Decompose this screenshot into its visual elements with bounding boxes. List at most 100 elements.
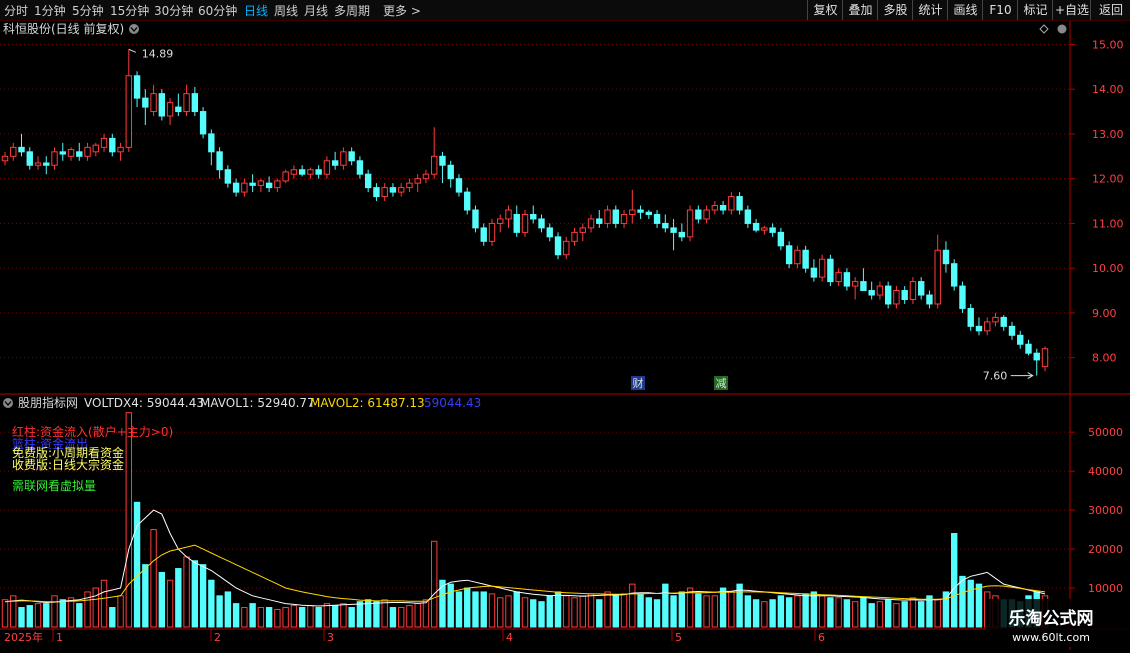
volume-bar-110[interactable] (909, 597, 917, 628)
candle-body-92[interactable] (761, 227, 768, 231)
volume-bar-91[interactable] (752, 599, 760, 628)
volume-bar-77[interactable] (637, 593, 644, 628)
volume-bar-111[interactable] (917, 601, 925, 628)
period-tab-7[interactable]: 周线 (274, 2, 298, 19)
panel-menu-icon[interactable] (1057, 24, 1067, 34)
candle-body-14[interactable] (117, 146, 124, 153)
candle-body-59[interactable] (488, 222, 496, 242)
candle-body-20[interactable] (166, 102, 174, 117)
candle-body-94[interactable] (777, 231, 785, 247)
volume-bar-117[interactable] (967, 579, 974, 628)
candle-body-44[interactable] (364, 173, 372, 189)
period-tab-1[interactable]: 1分钟 (34, 2, 66, 19)
candle-body-56[interactable] (464, 191, 471, 211)
volume-bar-22[interactable] (183, 556, 190, 628)
candle-body-18[interactable] (150, 93, 157, 113)
volume-bar-106[interactable] (876, 601, 884, 628)
volume-bar-71[interactable] (587, 593, 595, 628)
volume-bar-102[interactable] (843, 599, 851, 628)
candle-body-33[interactable] (274, 180, 281, 189)
volume-bar-38[interactable] (315, 607, 322, 628)
candle-body-35[interactable] (290, 169, 298, 175)
chart-area[interactable]: 8.00 9.00 10.00 11.00 12.00 13.00 14.00 15.00 10… (0, 21, 1130, 650)
candle-body-72[interactable] (596, 218, 603, 224)
candle-body-63[interactable] (521, 213, 529, 233)
volume-bar-59[interactable] (488, 593, 496, 628)
volume-bar-27[interactable] (224, 591, 232, 628)
volume-bar-95[interactable] (785, 597, 793, 628)
kline-chart-svg[interactable]: 8.00 9.00 10.00 11.00 12.00 13.00 14.00 15.00 10… (0, 21, 1130, 650)
candle-body-32[interactable] (265, 182, 273, 189)
candle-body-15[interactable] (125, 75, 133, 148)
volume-bar-88[interactable] (728, 591, 735, 628)
candle-body-77[interactable] (637, 209, 644, 213)
candle-body-27[interactable] (224, 169, 232, 184)
candle-body-125[interactable] (1033, 352, 1040, 361)
candle-body-95[interactable] (785, 245, 793, 265)
volume-bar-20[interactable] (166, 579, 174, 628)
volume-bar-17[interactable] (142, 564, 149, 628)
volume-bar-21[interactable] (175, 568, 182, 628)
volume-bar-105[interactable] (868, 603, 875, 628)
volume-bar-103[interactable] (851, 601, 859, 628)
volume-bar-64[interactable] (530, 599, 537, 628)
volume-bar-49[interactable] (406, 605, 413, 628)
volume-bar-62[interactable] (513, 591, 520, 628)
volume-bar-96[interactable] (794, 595, 801, 628)
candle-body-39[interactable] (323, 160, 331, 175)
candle-body-11[interactable] (92, 144, 99, 153)
candle-body-3[interactable] (26, 151, 33, 166)
volume-bar-79[interactable] (653, 599, 661, 628)
candle-body-112[interactable] (926, 294, 933, 305)
candle-body-102[interactable] (843, 272, 851, 287)
toolbar-button-7[interactable]: +自选 (1052, 0, 1091, 20)
volume-bar-85[interactable] (703, 595, 710, 628)
candle-body-65[interactable] (538, 218, 545, 229)
volume-bar-118[interactable] (975, 583, 983, 628)
volume-bar-104[interactable] (860, 597, 867, 628)
volume-bar-3[interactable] (26, 605, 33, 628)
candle-body-58[interactable] (480, 227, 487, 242)
volume-bar-116[interactable] (959, 575, 966, 628)
candle-body-9[interactable] (76, 151, 83, 157)
volume-bar-40[interactable] (331, 605, 339, 628)
toolbar-button-8[interactable]: 返回 (1090, 0, 1130, 20)
candle-body-97[interactable] (802, 249, 809, 269)
candle-body-118[interactable] (975, 325, 983, 332)
candle-body-122[interactable] (1008, 325, 1016, 336)
volume-bar-37[interactable] (307, 605, 314, 628)
volume-bar-2[interactable] (18, 607, 25, 628)
candle-body-53[interactable] (439, 155, 446, 166)
volume-bar-25[interactable] (208, 579, 215, 628)
candle-body-83[interactable] (686, 209, 694, 238)
indicator-dropdown-icon[interactable] (3, 398, 13, 408)
candle-body-86[interactable] (711, 205, 719, 211)
candle-body-107[interactable] (884, 285, 892, 305)
candle-body-82[interactable] (678, 231, 686, 238)
volume-bar-80[interactable] (662, 583, 669, 628)
volume-bar-42[interactable] (348, 607, 355, 628)
candle-body-87[interactable] (719, 205, 727, 211)
volume-bar-74[interactable] (612, 595, 619, 628)
candle-body-71[interactable] (587, 218, 595, 229)
toolbar-button-6[interactable]: 标记 (1017, 0, 1053, 20)
volume-bar-47[interactable] (389, 607, 397, 628)
candle-body-46[interactable] (381, 187, 388, 198)
volume-bar-11[interactable] (92, 587, 99, 628)
toolbar-button-3[interactable]: 统计 (912, 0, 948, 20)
candle-body-57[interactable] (472, 209, 479, 229)
volume-bar-9[interactable] (76, 603, 83, 628)
volume-bar-115[interactable] (951, 532, 958, 628)
volume-bar-68[interactable] (563, 595, 570, 628)
candle-body-23[interactable] (191, 93, 199, 113)
candle-body-93[interactable] (769, 227, 776, 233)
volume-bar-31[interactable] (257, 607, 265, 628)
candle-body-22[interactable] (183, 93, 190, 113)
candle-body-74[interactable] (612, 209, 619, 224)
volume-bar-65[interactable] (538, 601, 545, 628)
volume-bar-101[interactable] (835, 597, 842, 628)
volume-bar-55[interactable] (455, 591, 463, 628)
volume-bar-113[interactable] (934, 599, 941, 628)
candle-body-111[interactable] (917, 281, 925, 296)
volume-bar-87[interactable] (719, 587, 727, 628)
